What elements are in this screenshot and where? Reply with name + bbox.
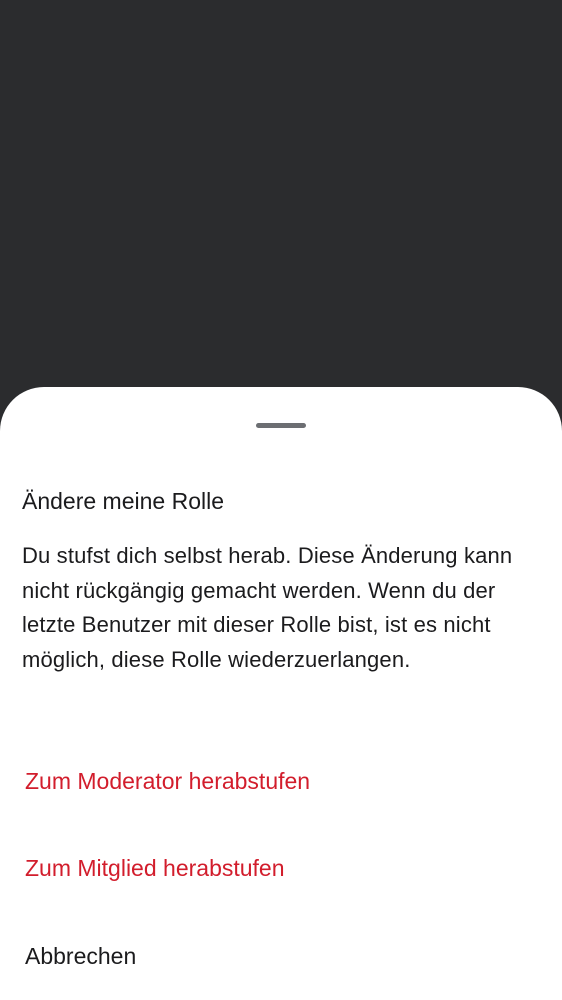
sheet-drag-handle[interactable] [256,423,306,428]
sheet-title: Ändere meine Rolle [22,488,225,514]
cancel-button[interactable]: Abbrechen [0,926,562,986]
sheet-description: Du stufst dich selbst herab. Diese Änder… [22,543,513,672]
demote-to-member-button[interactable]: Zum Mitglied herabstufen [0,838,562,898]
demote-to-moderator-button[interactable]: Zum Moderator herabstufen [0,751,562,811]
bottom-sheet-dialog: Ändere meine Rolle Du stufst dich selbst… [0,387,562,1000]
